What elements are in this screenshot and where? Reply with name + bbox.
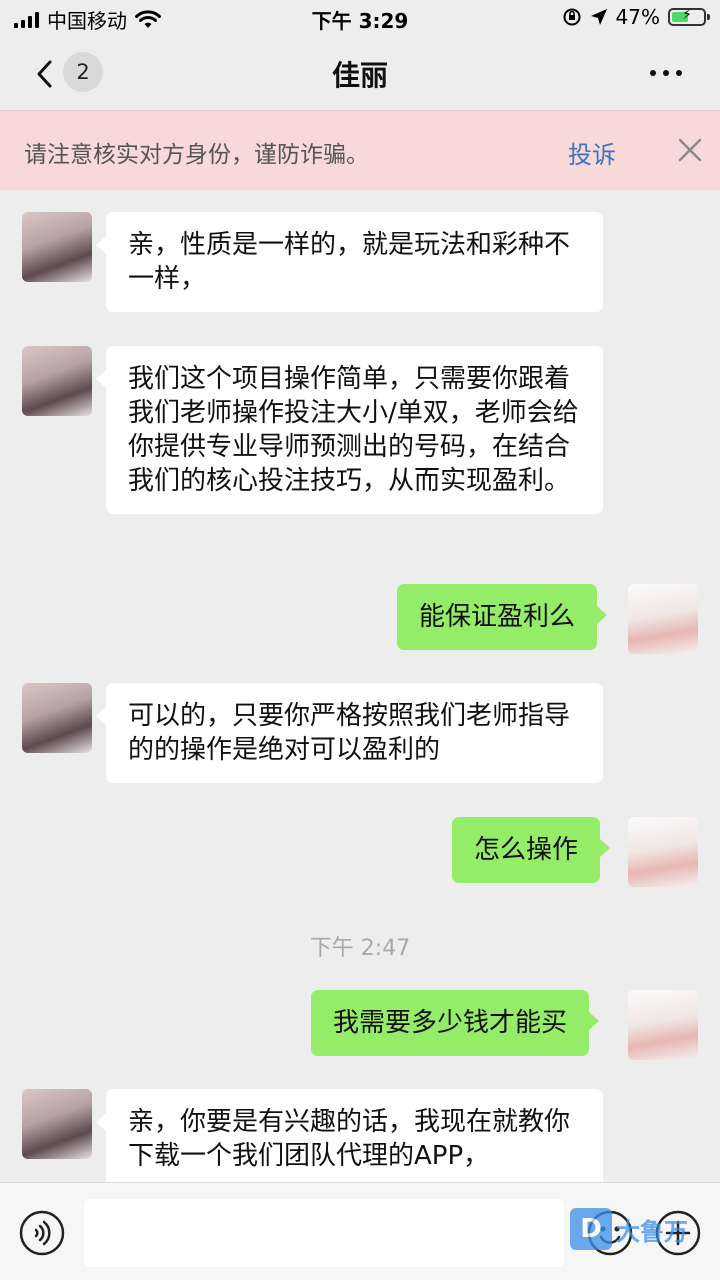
close-icon[interactable] (676, 136, 704, 164)
status-right: 47% ⚡ (562, 5, 710, 29)
warning-text: 请注意核实对方身份，谨防诈骗。 (24, 142, 369, 168)
fraud-warning-banner: 请注意核实对方身份，谨防诈骗。 投诉 (0, 110, 720, 190)
message-input[interactable] (84, 1199, 564, 1267)
chat-screen: 中国移动 下午 3:29 47% ⚡ 2 佳丽 请注意核实对方身份，谨防诈骗。 … (0, 0, 720, 1280)
contact-avatar[interactable] (22, 1089, 92, 1159)
message-bubble-received[interactable]: 亲，你要是有兴趣的话，我现在就教你下载一个我们团队代理的APP， (96, 1089, 603, 1189)
charging-bolt-icon: ⚡ (682, 7, 692, 23)
message-bubble-received[interactable]: 可以的，只要你严格按照我们老师指导的的操作是绝对可以盈利的 (96, 683, 603, 783)
message-bubble-sent[interactable]: 我需要多少钱才能买 (311, 990, 600, 1056)
contact-avatar[interactable] (22, 212, 92, 282)
battery-icon: ⚡ (668, 7, 710, 26)
nav-bar: 2 佳丽 (0, 36, 720, 110)
watermark-logo: D 大鲁万 (570, 1204, 688, 1254)
location-icon (590, 9, 607, 25)
my-avatar[interactable] (628, 990, 698, 1060)
message-bubble-sent[interactable]: 怎么操作 (452, 817, 611, 883)
watermark-text: 大鲁万 (616, 1217, 688, 1246)
contact-avatar[interactable] (22, 683, 92, 753)
watermark-icon: D (570, 1208, 612, 1250)
battery-percent: 47% (615, 5, 660, 29)
my-avatar[interactable] (628, 584, 698, 654)
status-bar: 中国移动 下午 3:29 47% ⚡ (0, 0, 720, 36)
message-timestamp: 下午 2:47 (309, 936, 411, 961)
chat-title: 佳丽 (331, 59, 388, 92)
my-avatar[interactable] (628, 817, 698, 887)
voice-input-icon[interactable] (18, 1209, 66, 1257)
orientation-lock-icon (563, 8, 581, 26)
message-bubble-received[interactable]: 我们这个项目操作简单，只需要你跟着我们老师操作投注大小/单双，老师会给你提供专业… (96, 346, 603, 514)
contact-avatar[interactable] (22, 346, 92, 416)
more-options-icon[interactable] (650, 70, 682, 76)
report-link[interactable]: 投诉 (568, 135, 616, 170)
message-bubble-sent[interactable]: 能保证盈利么 (397, 584, 608, 650)
message-bubble-received[interactable]: 亲，性质是一样的，就是玩法和彩种不一样， (96, 212, 603, 312)
